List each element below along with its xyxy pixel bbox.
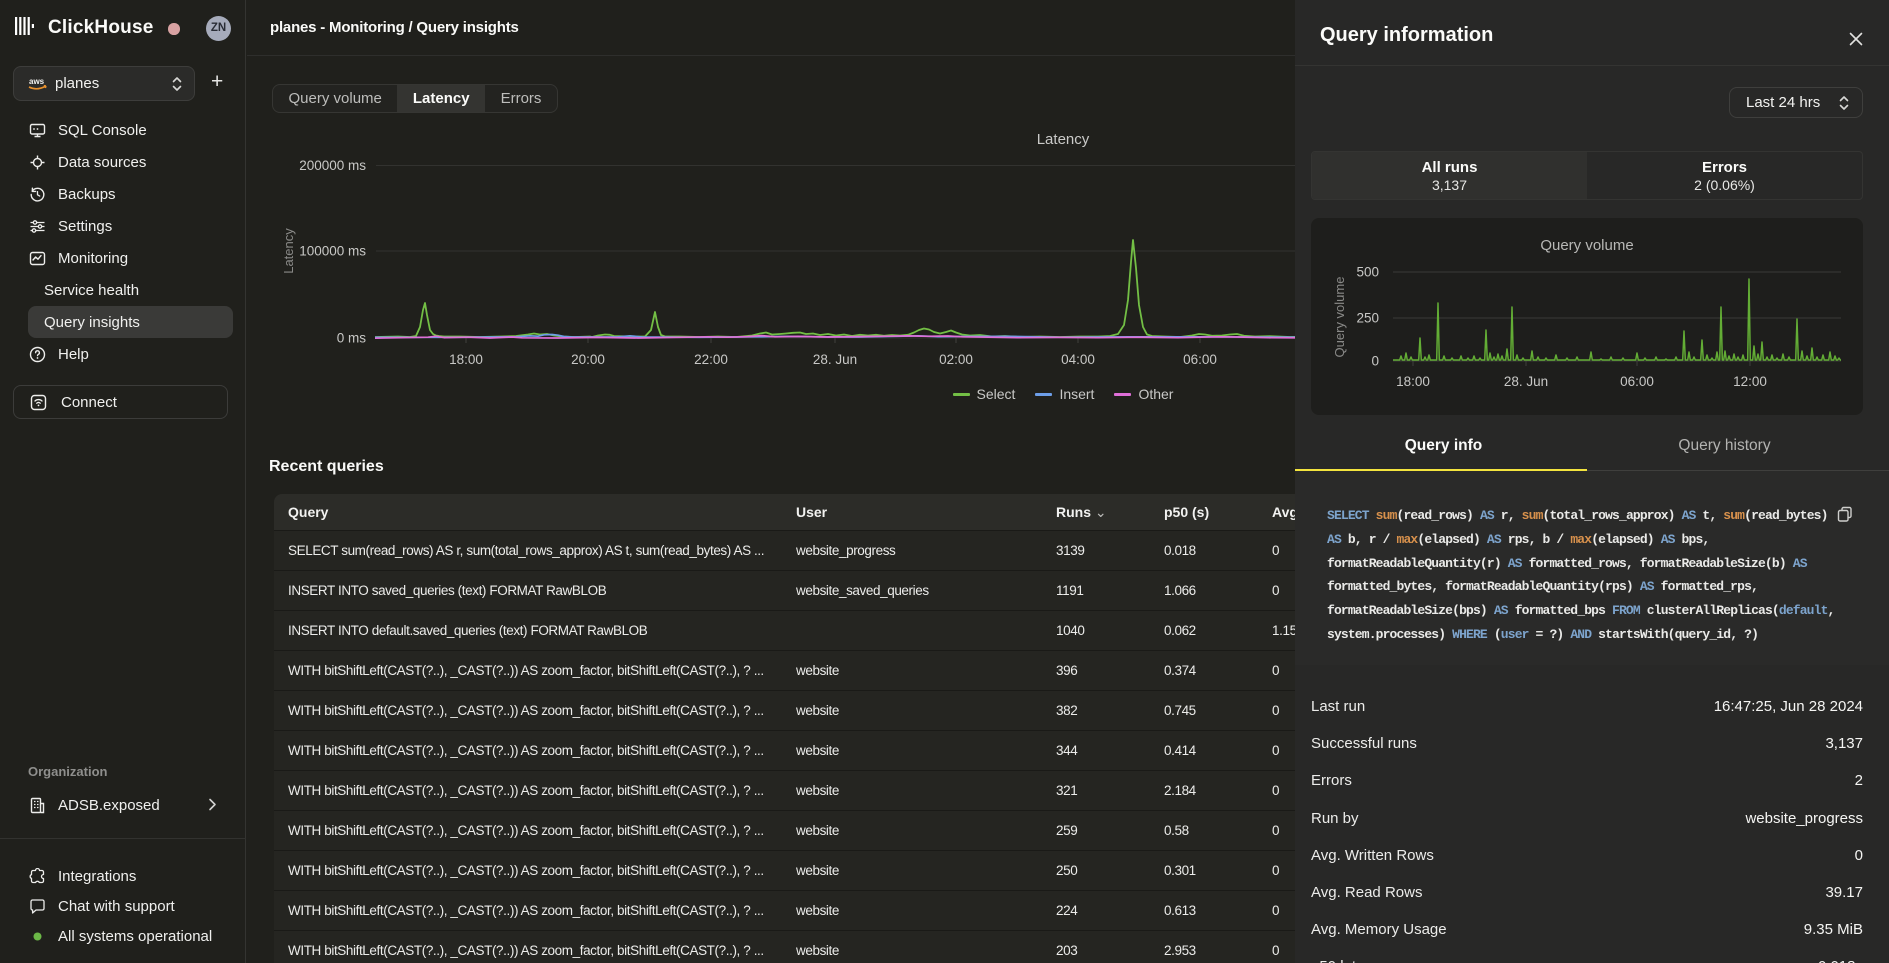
svg-text:04:00: 04:00: [1061, 352, 1095, 367]
svg-text:250: 250: [1356, 311, 1379, 326]
svg-text:02:00: 02:00: [939, 352, 973, 367]
svg-text:12:00: 12:00: [1733, 374, 1767, 389]
svg-text:500: 500: [1356, 265, 1379, 280]
svg-text:Latency: Latency: [281, 228, 296, 274]
svg-text:28. Jun: 28. Jun: [1504, 374, 1548, 389]
svg-text:06:00: 06:00: [1620, 374, 1654, 389]
svg-text:100000 ms: 100000 ms: [299, 244, 366, 259]
svg-text:Query volume: Query volume: [1332, 277, 1347, 358]
svg-text:28. Jun: 28. Jun: [813, 352, 857, 367]
svg-text:18:00: 18:00: [1396, 374, 1430, 389]
svg-text:18:00: 18:00: [449, 352, 483, 367]
svg-text:0 ms: 0 ms: [337, 331, 367, 346]
svg-text:22:00: 22:00: [694, 352, 728, 367]
svg-text:06:00: 06:00: [1183, 352, 1217, 367]
svg-text:200000 ms: 200000 ms: [299, 158, 366, 173]
svg-text:20:00: 20:00: [571, 352, 605, 367]
svg-text:0: 0: [1371, 354, 1379, 369]
svg-text:aws: aws: [29, 77, 45, 86]
svg-text:Query volume: Query volume: [1540, 237, 1633, 254]
